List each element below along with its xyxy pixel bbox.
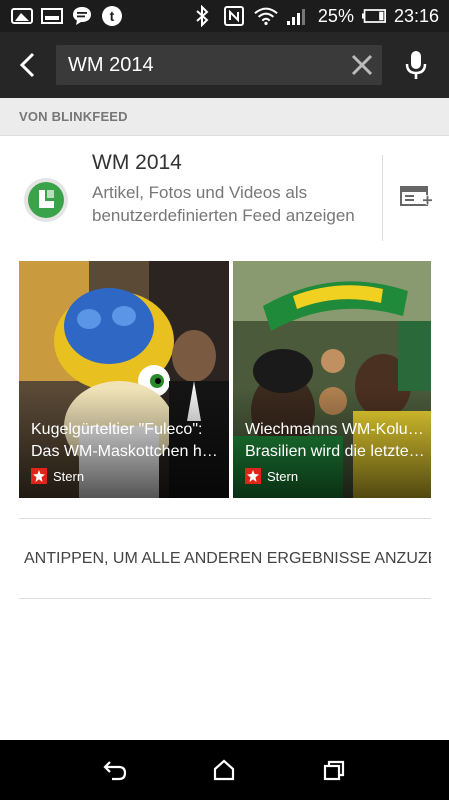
stern-logo-icon (31, 468, 47, 484)
show-all-results-button[interactable]: ANTIPPEN, UM ALLE ANDEREN ERGEBNISSE ANZ… (19, 520, 431, 598)
article-title: Wiechmanns WM-Kolumne: Brasilien wird di… (245, 421, 427, 460)
bluetooth-icon (190, 5, 214, 27)
status-bar: t 25% 23:16 (0, 0, 449, 32)
article-tile[interactable]: Kugelgürteltier "Fuleco": Das WM-Maskott… (19, 261, 229, 498)
feed-suggestion[interactable]: WM 2014 Artikel, Fotos und Videos als be… (0, 137, 449, 255)
article-tile[interactable]: Wiechmanns WM-Kolumne: Brasilien wird di… (233, 261, 431, 498)
article-source: Stern (245, 468, 298, 484)
back-icon (103, 761, 126, 781)
nav-home-button[interactable] (200, 746, 248, 794)
search-field[interactable] (56, 45, 382, 85)
recent-apps-icon (324, 760, 345, 781)
mic-icon (405, 51, 426, 79)
svg-text:t: t (110, 8, 115, 24)
feed-title: WM 2014 (92, 151, 182, 174)
article-title: Kugelgürteltier "Fuleco": Das WM-Maskott… (31, 421, 225, 460)
feed-description: Artikel, Fotos und Videos als benutzerde… (92, 183, 355, 225)
stern-logo-icon (245, 468, 261, 484)
signal-icon (286, 5, 310, 27)
battery-percent: 25% (317, 5, 354, 26)
close-icon (351, 54, 373, 76)
search-bar (0, 32, 449, 98)
add-feed-button[interactable] (383, 137, 449, 255)
chat-icon (70, 5, 94, 27)
battery-icon (361, 5, 386, 27)
nav-recent-apps-button[interactable] (310, 746, 358, 794)
gallery-icon (40, 5, 64, 27)
clock: 23:16 (393, 5, 439, 26)
tumblr-icon: t (100, 5, 124, 27)
article-tiles: Kugelgürteltier "Fuleco": Das WM-Maskott… (19, 261, 431, 498)
voice-search-button[interactable] (382, 32, 449, 98)
nfc-icon (222, 5, 246, 27)
clear-button[interactable] (342, 45, 382, 85)
photo-icon (10, 5, 34, 27)
back-arrow-icon (19, 52, 35, 78)
divider (19, 518, 431, 519)
back-button[interactable] (0, 32, 56, 98)
home-icon (214, 759, 235, 781)
wifi-icon (254, 5, 278, 27)
search-input[interactable] (68, 53, 328, 77)
add-feed-icon (400, 186, 432, 206)
section-header: VON BLINKFEED (0, 98, 449, 136)
nav-back-button[interactable] (91, 746, 139, 794)
nav-bar (0, 740, 449, 800)
article-source: Stern (31, 468, 84, 484)
blinkfeed-logo (0, 137, 92, 255)
divider (19, 598, 431, 599)
